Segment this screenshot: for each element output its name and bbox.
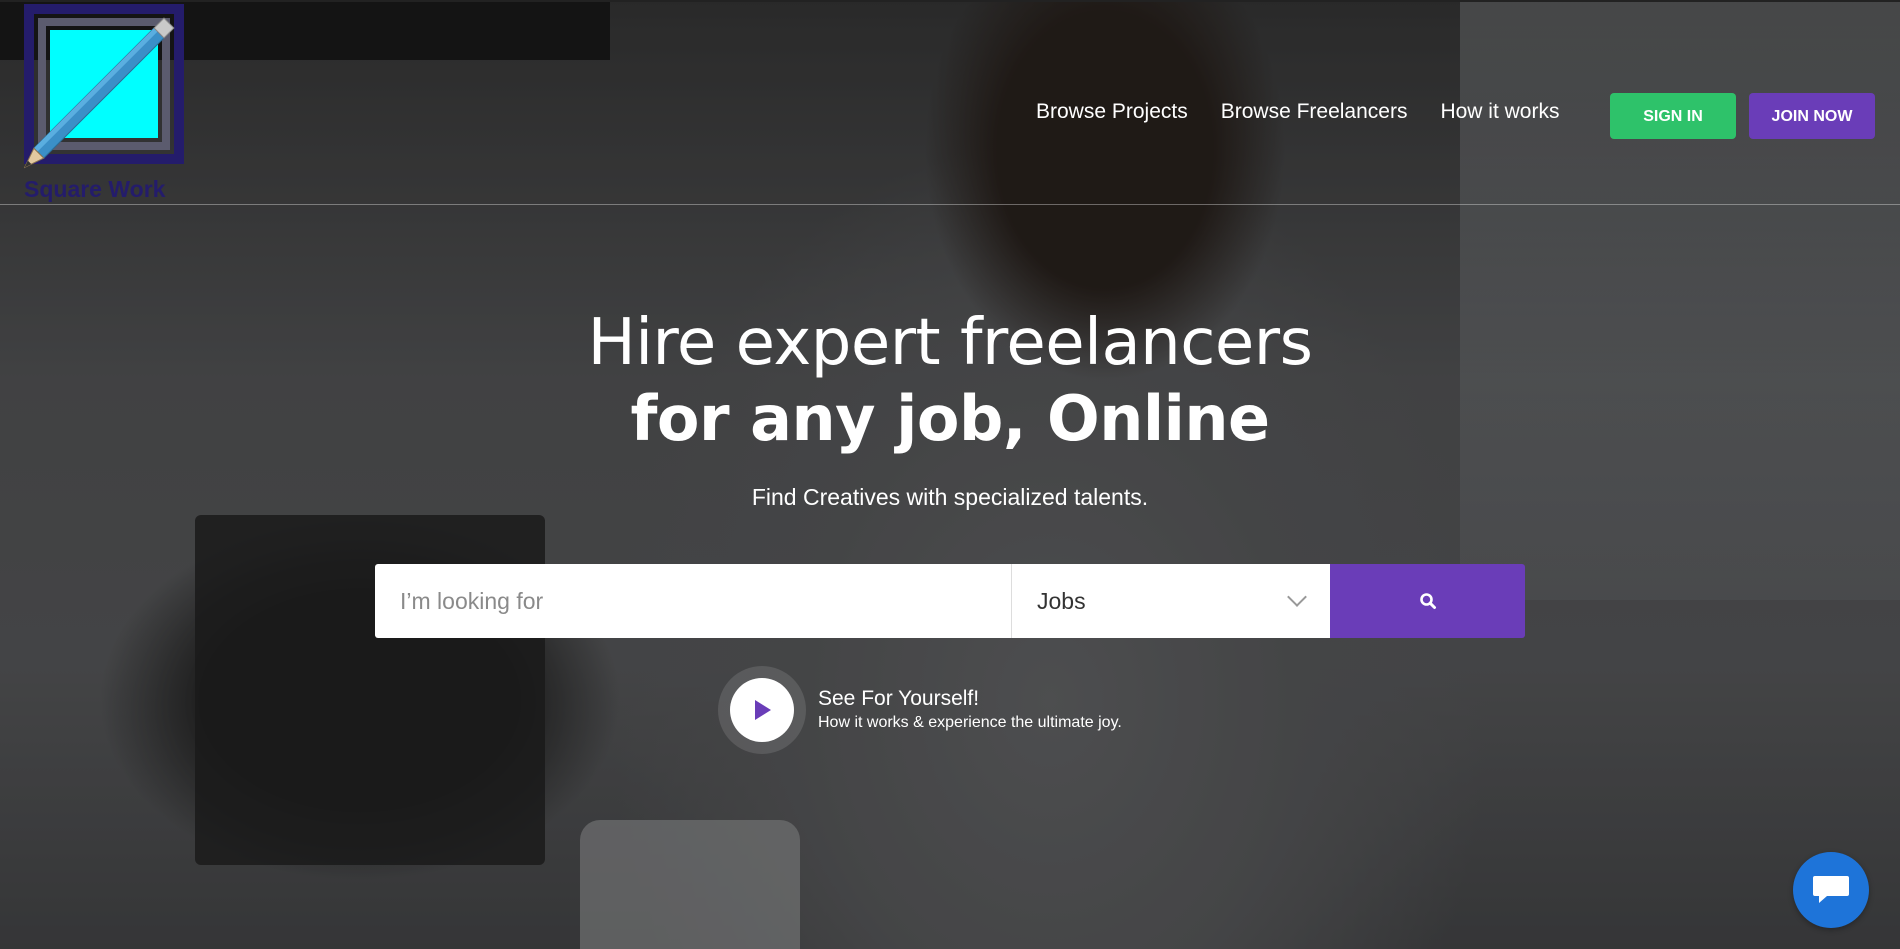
search-bar: Jobs	[375, 564, 1525, 638]
hero-section: Square Work Browse Projects Browse Freel…	[0, 0, 1900, 949]
main-nav: Browse Projects Browse Freelancers How i…	[1036, 100, 1592, 124]
top-border	[0, 0, 1900, 2]
chat-icon	[1813, 876, 1849, 903]
video-cta: See For Yourself! How it works & experie…	[718, 666, 1122, 754]
category-select[interactable]: Jobs	[1012, 564, 1330, 638]
nav-how-it-works[interactable]: How it works	[1440, 100, 1559, 124]
search-input[interactable]	[375, 564, 1012, 638]
video-cta-text: See For Yourself! How it works & experie…	[818, 686, 1122, 734]
chat-button[interactable]	[1793, 852, 1869, 928]
nav-browse-projects[interactable]: Browse Projects	[1036, 100, 1188, 124]
pencil-icon	[24, 17, 175, 169]
play-icon	[755, 700, 771, 720]
hero-subtitle: Find Creatives with specialized talents.	[751, 484, 1149, 510]
sign-in-button[interactable]: SIGN IN	[1610, 93, 1736, 139]
search-button[interactable]	[1330, 564, 1525, 638]
logo-text: Square Work	[24, 176, 166, 202]
play-button[interactable]	[718, 666, 806, 754]
join-now-button[interactable]: JOIN NOW	[1749, 93, 1875, 139]
video-cta-title: See For Yourself!	[818, 687, 980, 710]
headline-line-1: Hire expert freelancers	[587, 306, 1313, 380]
hero-headline: Hire expert freelancers for any job, Onl…	[0, 305, 1900, 457]
category-select-value: Jobs	[1037, 587, 1086, 614]
nav-browse-freelancers[interactable]: Browse Freelancers	[1221, 100, 1408, 124]
dark-overlay	[0, 0, 1900, 949]
play-button-inner	[730, 678, 794, 742]
video-cta-subtitle: How it works & experience the ultimate j…	[818, 714, 1122, 731]
header-divider	[0, 204, 1900, 205]
search-icon	[1419, 593, 1436, 609]
headline-line-2: for any job, Online	[630, 382, 1270, 455]
chevron-down-icon	[1287, 587, 1307, 607]
site-logo[interactable]: Square Work	[24, 4, 194, 204]
